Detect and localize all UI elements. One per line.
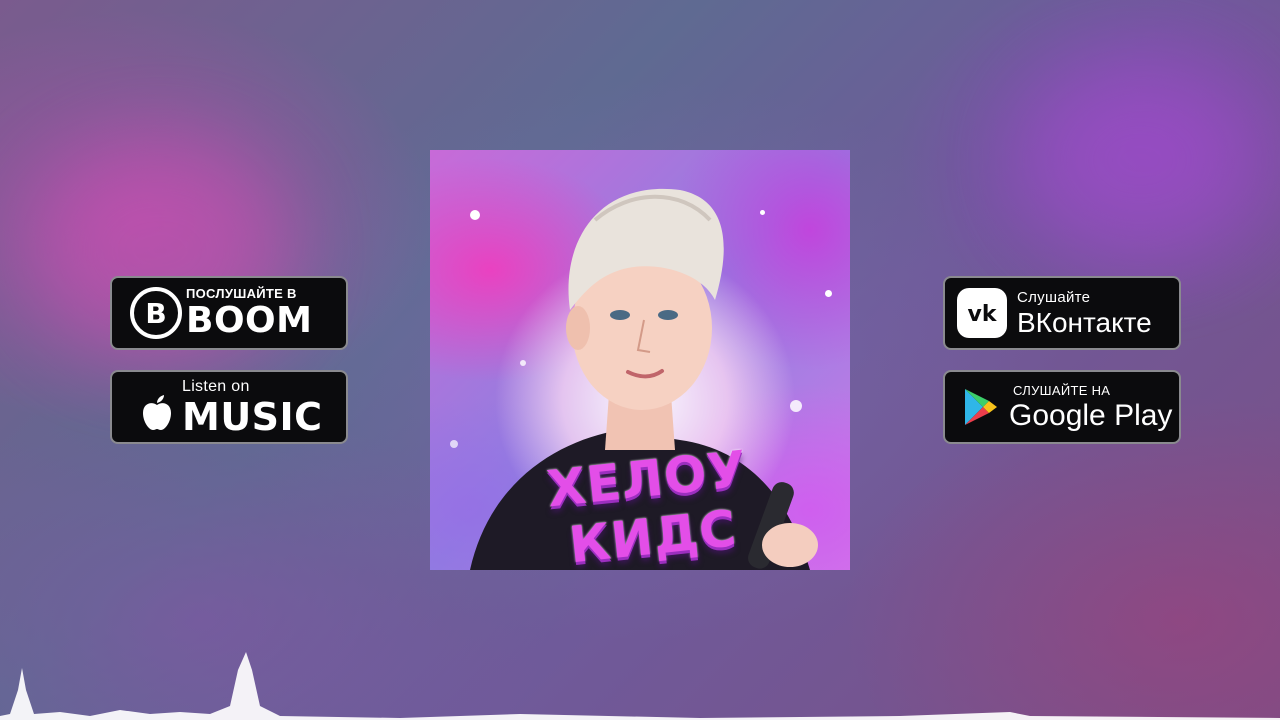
vk-small-label: Слушайте: [1017, 288, 1091, 306]
vk-big-label: ВКонтакте: [1017, 306, 1152, 338]
svg-text:vk: vk: [968, 302, 998, 326]
boom-listen-button[interactable]: B ПОСЛУШАЙТЕ В BOOM: [110, 276, 348, 350]
apple-icon: [140, 394, 174, 432]
apple-small-label: Listen on: [182, 377, 250, 395]
vk-icon: vk: [957, 288, 1007, 338]
svg-text:B: B: [145, 297, 166, 330]
google-play-icon: [961, 387, 1001, 427]
background-glow: [1020, 60, 1260, 260]
google-play-big-label: Google Play: [1009, 398, 1173, 432]
google-play-small-label: СЛУШАЙТЕ НА: [1013, 382, 1111, 398]
album-cover: ХЕЛОУ КИДС: [430, 150, 850, 570]
boom-small-label: ПОСЛУШАЙТЕ В: [186, 286, 297, 301]
google-play-button[interactable]: СЛУШАЙТЕ НА Google Play: [943, 370, 1181, 444]
boom-big-label: BOOM: [186, 300, 313, 341]
apple-music-button[interactable]: Listen on MUSIC: [110, 370, 348, 444]
apple-big-label: MUSIC: [182, 394, 323, 439]
vk-listen-button[interactable]: vk Слушайте ВКонтакте: [943, 276, 1181, 350]
audio-visualizer: [0, 652, 1280, 720]
boom-b-icon: B: [126, 285, 186, 341]
